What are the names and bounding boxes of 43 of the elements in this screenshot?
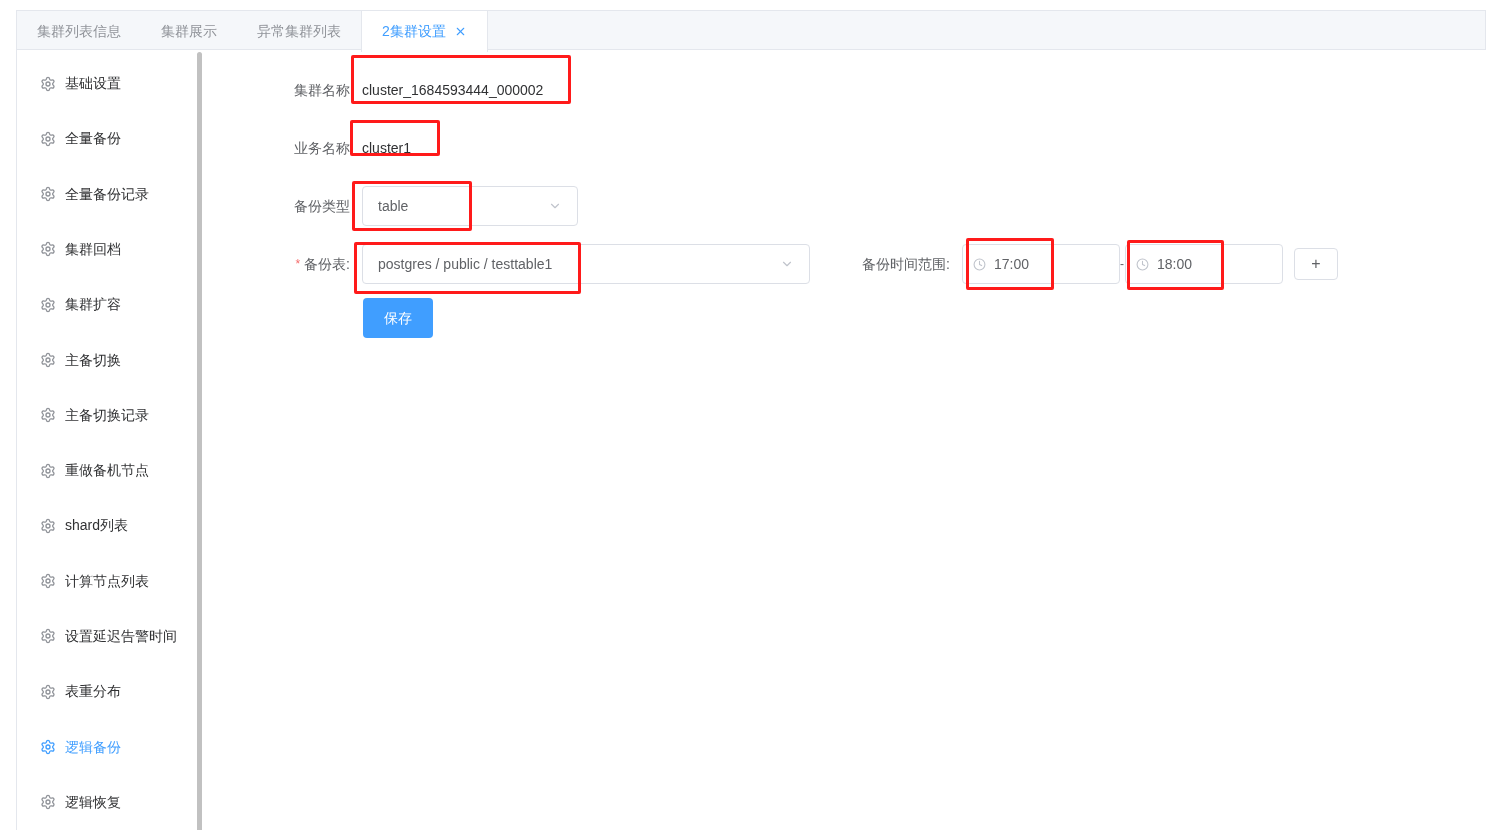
gear-icon xyxy=(40,130,56,147)
sidebar-item[interactable]: 逻辑恢复 xyxy=(17,774,204,830)
business-name-value: cluster1 xyxy=(362,139,412,156)
sidebar-item[interactable]: 全量备份 xyxy=(17,111,204,167)
add-button[interactable]: + xyxy=(1294,248,1338,280)
field-label: 备份表: xyxy=(304,254,350,274)
end-time-field[interactable]: 18:00 xyxy=(1125,244,1283,284)
field-label: 备份类型 xyxy=(293,196,351,216)
gear-icon xyxy=(40,794,56,811)
gear-icon xyxy=(40,683,56,700)
sidebar-item[interactable]: 设置延迟告警时间 xyxy=(17,608,204,665)
sidebar-item[interactable]: 重做备机节点 xyxy=(17,442,204,499)
cluster-name-value: cluster_1684593444_000002 xyxy=(362,81,544,98)
sidebar-item[interactable]: 集群回档 xyxy=(17,221,204,278)
gear-icon xyxy=(40,352,56,369)
field-label: 备份时间范围: xyxy=(861,254,950,274)
backup-type-select[interactable]: table xyxy=(362,186,578,226)
gear-icon xyxy=(40,573,56,590)
sidebar-item[interactable]: shard列表 xyxy=(17,498,204,554)
gear-icon xyxy=(40,628,56,645)
sidebar-item[interactable]: 集群扩容 xyxy=(17,277,204,333)
start-time-field[interactable]: 17:00 xyxy=(962,244,1120,284)
gear-icon xyxy=(40,75,56,92)
backup-table-select[interactable]: postgres / public / testtable1 xyxy=(362,244,810,284)
gear-icon xyxy=(40,407,56,424)
gear-icon xyxy=(40,296,56,313)
sidebar-item[interactable]: 全量备份记录 xyxy=(17,166,204,222)
sidebar-item[interactable]: 基础设置 xyxy=(17,56,204,112)
required-mark: * xyxy=(295,256,301,273)
clock-icon xyxy=(973,257,986,271)
sidebar-item[interactable]: 主备切换 xyxy=(17,332,204,388)
gear-icon xyxy=(40,739,56,755)
range-separator: - xyxy=(1120,256,1125,273)
gear-icon xyxy=(40,462,56,479)
field-label: 集群名称 xyxy=(293,80,351,100)
gear-icon xyxy=(40,517,56,534)
sidebar-item[interactable]: 主备切换记录 xyxy=(17,387,204,443)
gear-icon xyxy=(40,186,56,203)
sidebar-item[interactable]: 计算节点列表 xyxy=(17,553,204,609)
sidebar-item[interactable]: 表重分布 xyxy=(17,664,204,720)
field-label: 业务名称 xyxy=(293,138,351,158)
gear-icon xyxy=(40,241,56,258)
clock-icon xyxy=(1136,257,1149,271)
